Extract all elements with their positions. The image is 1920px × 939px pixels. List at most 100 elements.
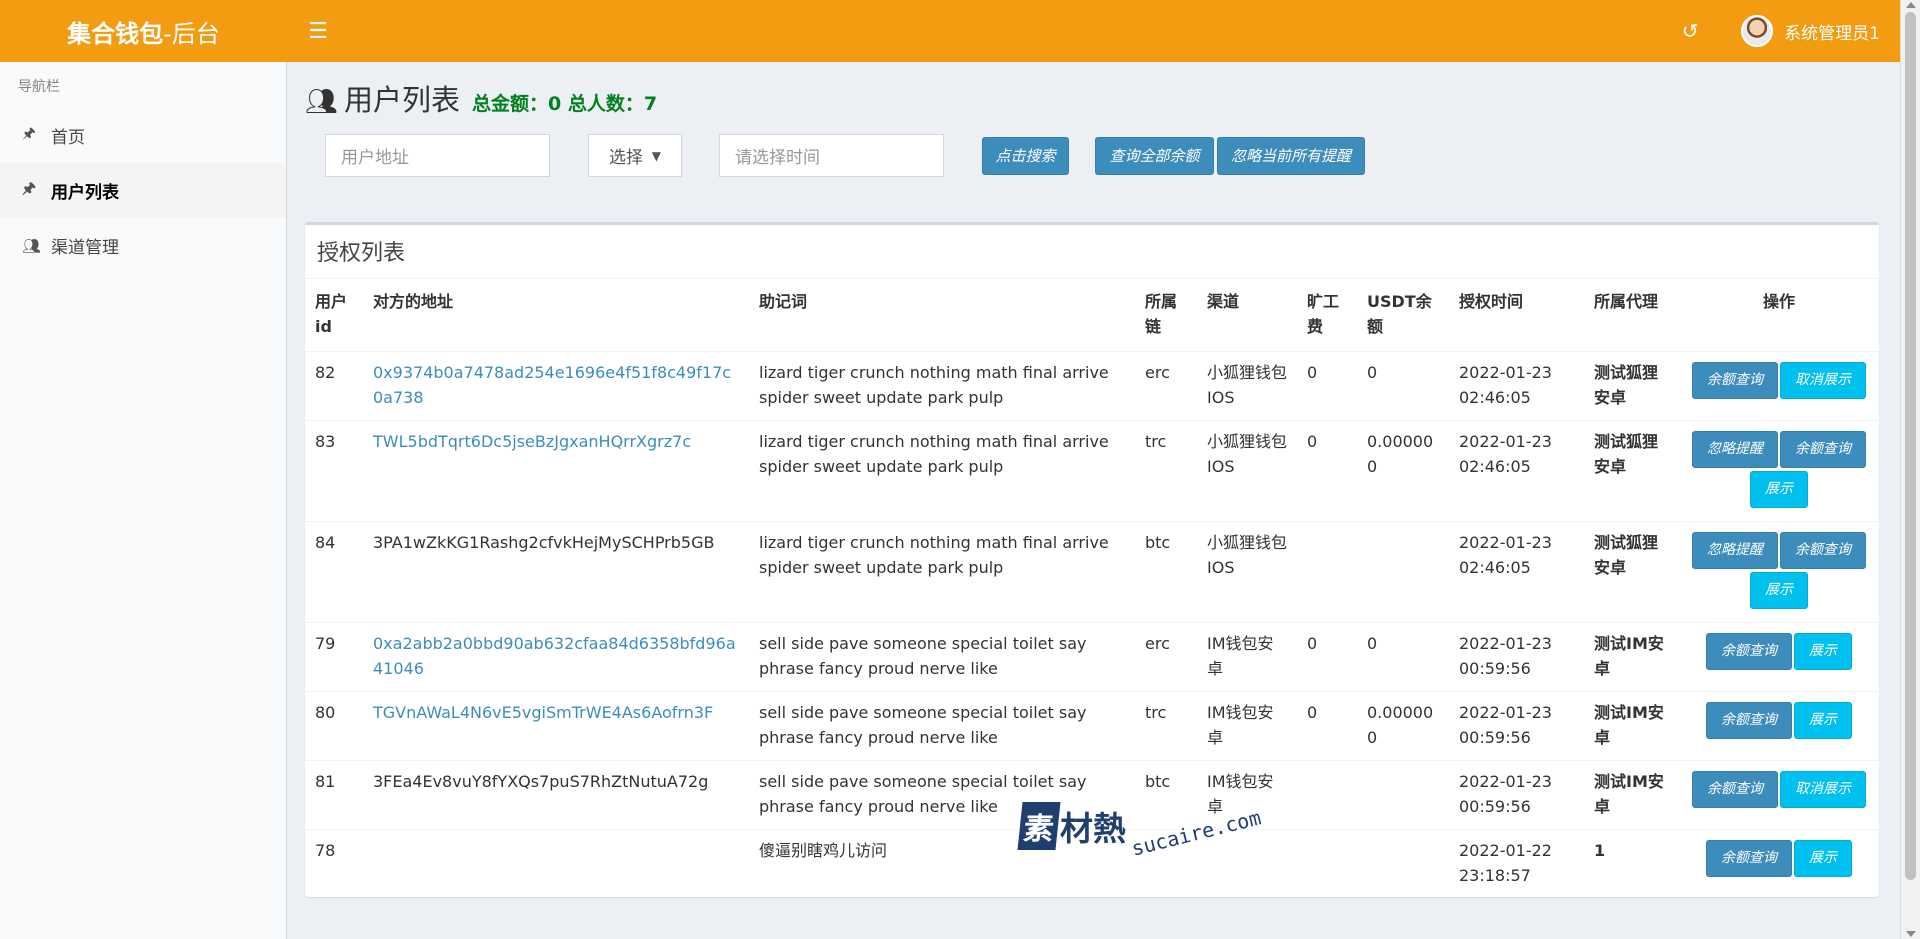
sidebar-header: 导航栏 <box>18 79 60 95</box>
display-button[interactable]: 展示 <box>1794 633 1852 670</box>
cell-time: 2022-01-23 00:59:56 <box>1449 691 1584 761</box>
scrollbar-thumb[interactable] <box>1905 12 1916 880</box>
display-button[interactable]: 展示 <box>1794 702 1852 739</box>
col-header-user-id: 用户id <box>315 292 348 336</box>
cell-fee <box>1297 829 1357 898</box>
cell-mnemonic: sell side pave someone special toilet sa… <box>749 622 1135 692</box>
cell-fee: 0 <box>1297 351 1357 421</box>
cell-channel: IM钱包安卓 <box>1197 622 1297 692</box>
cell-user-id: 78 <box>305 829 363 898</box>
cell-user-id: 81 <box>305 760 363 830</box>
time-picker-input[interactable]: 请选择时间 <box>719 134 944 177</box>
cell-actions: 余额查询 展示 <box>1679 829 1879 898</box>
cell-time: 2022-01-23 02:46:05 <box>1449 521 1584 623</box>
main-content: 👥︎ 用户列表 总金额：0 总人数：7 用户地址 选择 ▼ 请选择时间 点击搜索… <box>287 62 1900 939</box>
cell-address: TGVnAWaL4N6vE5vgiSmTrWE4As6Aofrn3F <box>363 691 749 761</box>
balance-query-button[interactable]: 余额查询 <box>1780 532 1866 569</box>
address-link[interactable]: TGVnAWaL4N6vE5vgiSmTrWE4As6Aofrn3F <box>373 703 713 722</box>
cell-address <box>363 829 749 898</box>
scroll-down-arrow[interactable] <box>1906 931 1916 937</box>
sidebar-item-home[interactable]: 🖈︎ 首页 <box>0 108 286 163</box>
cell-chain: erc <box>1135 351 1197 421</box>
balance-query-button[interactable]: 余额查询 <box>1780 431 1866 468</box>
cell-address: TWL5bdTqrt6Dc5jseBzJgxanHQrrXgrz7c <box>363 420 749 522</box>
navbar-right: ↺ 系统管理员1 <box>1675 0 1900 62</box>
col-header-channel: 渠道 <box>1207 292 1240 311</box>
user-name: 系统管理员1 <box>1784 23 1880 44</box>
bars-icon[interactable]: ☰ <box>305 18 331 44</box>
box-title: 授权列表 <box>305 225 1879 279</box>
balance-query-button[interactable]: 余额查询 <box>1706 702 1792 739</box>
scroll-up-arrow[interactable] <box>1906 2 1916 8</box>
table-header-row: 用户id 对方的地址 助记词 所属链 渠道 旷工费 USDT余额 授权时间 所属… <box>305 279 1879 352</box>
cell-address: 3FEa4Ev8vuY8fYXQs7puS7RhZtNutuA72g <box>363 760 749 830</box>
cell-usdt: 0 <box>1357 622 1449 692</box>
chevron-down-icon: ▼ <box>651 148 661 163</box>
cell-address: 0x9374b0a7478ad254e1696e4f51f8c49f17c0a7… <box>363 351 749 421</box>
history-icon[interactable]: ↺ <box>1675 16 1705 46</box>
cell-time: 2022-01-23 02:46:05 <box>1449 351 1584 421</box>
display-button[interactable]: 展示 <box>1794 840 1852 877</box>
col-header-chain: 所属链 <box>1145 292 1178 336</box>
table-row: 82 0x9374b0a7478ad254e1696e4f51f8c49f17c0… <box>305 351 1879 421</box>
cancel-display-button[interactable]: 取消展示 <box>1780 362 1866 399</box>
display-button[interactable]: 展示 <box>1750 471 1808 508</box>
cell-usdt <box>1357 760 1449 830</box>
col-header-agent: 所属代理 <box>1594 292 1659 311</box>
display-button[interactable]: 展示 <box>1750 572 1808 609</box>
sidebar-item-label: 用户列表 <box>51 183 119 203</box>
cell-agent: 测试狐狸安卓 <box>1584 420 1679 522</box>
user-menu[interactable]: 系统管理员1 <box>1741 15 1880 47</box>
cell-actions: 余额查询 取消展示 <box>1679 760 1879 830</box>
table-row: 79 0xa2abb2a0bbd90ab632cfaa84d6358bfd96a4… <box>305 622 1879 692</box>
cell-fee: 0 <box>1297 622 1357 692</box>
cell-fee <box>1297 521 1357 623</box>
cell-actions: 余额查询 展示 <box>1679 622 1879 692</box>
sidebar-item-label: 首页 <box>51 128 85 148</box>
cell-time: 2022-01-23 00:59:56 <box>1449 760 1584 830</box>
balance-query-button[interactable]: 余额查询 <box>1692 362 1778 399</box>
ignore-all-alerts-button[interactable]: 忽略当前所有提醒 <box>1217 136 1365 175</box>
chain-select[interactable]: 选择 ▼ <box>588 134 682 177</box>
authorization-list-box: 授权列表 用户id 对方的地址 助记词 所属链 渠道 旷工费 USDT余额 授权… <box>305 222 1879 898</box>
watermark-text: 材熱 <box>1060 809 1126 848</box>
table-row: 84 3PA1wZkKG1Rashg2cfvkHejMySCHPrb5GB liza… <box>305 521 1879 623</box>
cancel-display-button[interactable]: 取消展示 <box>1780 771 1866 808</box>
col-header-usdt: USDT余额 <box>1367 292 1432 336</box>
ignore-alert-button[interactable]: 忽略提醒 <box>1692 532 1778 569</box>
cell-time: 2022-01-23 02:46:05 <box>1449 420 1584 522</box>
balance-query-button[interactable]: 余额查询 <box>1706 840 1792 877</box>
address-link[interactable]: TWL5bdTqrt6Dc5jseBzJgxanHQrrXgrz7c <box>373 432 691 451</box>
search-button[interactable]: 点击搜索 <box>982 136 1069 175</box>
cell-agent: 测试IM安卓 <box>1584 622 1679 692</box>
query-all-balance-button[interactable]: 查询全部余额 <box>1095 136 1214 175</box>
cell-chain: btc <box>1135 521 1197 623</box>
balance-query-button[interactable]: 余额查询 <box>1706 633 1792 670</box>
balance-query-button[interactable]: 余额查询 <box>1692 771 1778 808</box>
cell-chain: trc <box>1135 420 1197 522</box>
address-link[interactable]: 0x9374b0a7478ad254e1696e4f51f8c49f17c0a7… <box>373 363 731 407</box>
cell-agent: 1 <box>1584 829 1679 898</box>
sidebar-item-channel-management[interactable]: 👥︎ 渠道管理 <box>0 218 286 273</box>
watermark-logo: 素 <box>1017 802 1061 850</box>
cell-address: 3PA1wZkKG1Rashg2cfvkHejMySCHPrb5GB <box>363 521 749 623</box>
sidebar: 导航栏 🖈︎ 首页 🖈︎ 用户列表 👥︎ 渠道管理 <box>0 62 287 939</box>
top-navbar: 集合钱包 -后台 ☰ ↺ 系统管理员1 <box>0 0 1900 62</box>
cell-time: 2022-01-23 00:59:56 <box>1449 622 1584 692</box>
page-scrollbar[interactable] <box>1900 0 1920 939</box>
cell-channel: 小狐狸钱包IOS <box>1197 351 1297 421</box>
filter-bar: 用户地址 选择 ▼ 请选择时间 点击搜索 查询全部余额 忽略当前所有提醒 <box>325 134 1365 177</box>
user-address-input[interactable]: 用户地址 <box>325 134 550 177</box>
ignore-alert-button[interactable]: 忽略提醒 <box>1692 431 1778 468</box>
users-icon: 👥︎ <box>22 236 42 255</box>
col-header-address: 对方的地址 <box>373 292 454 311</box>
cell-user-id: 80 <box>305 691 363 761</box>
col-header-fee: 旷工费 <box>1307 292 1340 336</box>
address-link[interactable]: 0xa2abb2a0bbd90ab632cfaa84d6358bfd96a410… <box>373 634 736 678</box>
cell-chain: trc <box>1135 691 1197 761</box>
sidebar-item-user-list[interactable]: 🖈︎ 用户列表 <box>0 163 286 218</box>
table-row: 80 TGVnAWaL4N6vE5vgiSmTrWE4As6Aofrn3F sell… <box>305 691 1879 761</box>
brand-logo[interactable]: 集合钱包 -后台 <box>0 0 287 62</box>
totals-summary: 总金额：0 总人数：7 <box>472 93 658 115</box>
sidebar-item-label: 渠道管理 <box>51 238 119 258</box>
